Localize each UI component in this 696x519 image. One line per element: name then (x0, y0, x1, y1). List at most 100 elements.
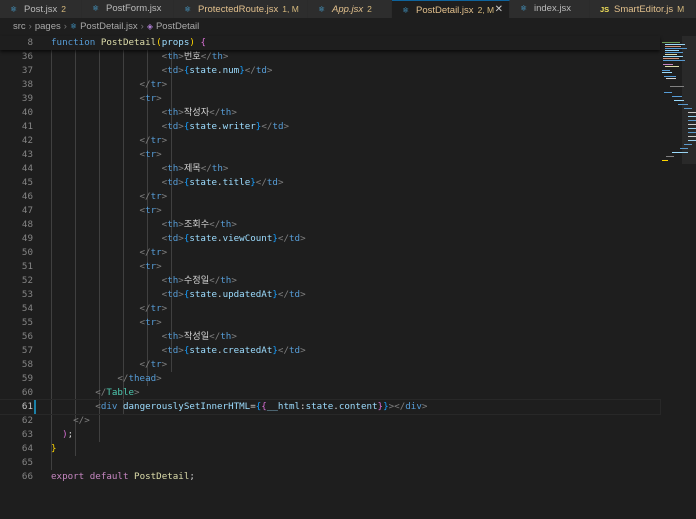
line-number: 55 (21, 317, 33, 328)
code-line[interactable]: 60 </Table> (0, 386, 660, 400)
code-text: </tr> (139, 303, 168, 314)
line-number: 56 (21, 331, 33, 342)
line-number: 37 (21, 65, 33, 76)
code-text: </tr> (139, 135, 168, 146)
code-line[interactable]: 44 <th>제목</th> (0, 162, 660, 176)
tab-protectedroute-jsx[interactable]: ⚛ ProtectedRoute.jsx 1, M (174, 0, 308, 18)
line-number: 62 (21, 415, 33, 426)
tab-badge: 2 (61, 4, 66, 14)
code-line[interactable]: 46 </tr> (0, 190, 660, 204)
code-line[interactable]: 36 <th>번호</th> (0, 50, 660, 64)
tab-label: PostDetail.jsx (416, 5, 474, 16)
code-line[interactable]: 61 <div dangerouslySetInnerHTML={{__html… (0, 399, 661, 415)
tab-post-jsx[interactable]: ⚛ Post.jsx 2 (0, 0, 82, 18)
code-line[interactable]: 42 </tr> (0, 134, 660, 148)
code-text: <th>조회수</th> (161, 219, 237, 230)
chevron-right-icon: › (140, 21, 144, 32)
code-line[interactable]: 65 (0, 456, 660, 470)
line-number: 40 (21, 107, 33, 118)
code-text: <th>수정일</th> (161, 275, 237, 286)
code-line[interactable]: 41 <td>{state.writer}</td> (0, 120, 660, 134)
line-number: 50 (21, 247, 33, 258)
code-line[interactable]: 43 <tr> (0, 148, 660, 162)
tab-postform-jsx[interactable]: ⚛ PostForm.jsx (82, 0, 174, 18)
code-editor[interactable]: 36 <th>번호</th> 37 <td>{state.num}</td> 38 … (0, 36, 696, 519)
breadcrumb-pages[interactable]: pages (35, 21, 61, 32)
react-icon: ⚛ (92, 4, 100, 13)
breadcrumb-file[interactable]: PostDetail.jsx (80, 21, 138, 32)
tab-label: Post.jsx (24, 4, 58, 15)
code-line[interactable]: 45 <td>{state.title}</td> (0, 176, 660, 190)
code-line[interactable]: 50 </tr> (0, 246, 660, 260)
code-text: <td>{state.viewCount}</td> (161, 233, 306, 244)
code-line[interactable]: 66 export default PostDetail; (0, 470, 660, 484)
line-number: 65 (21, 457, 33, 468)
code-line[interactable]: 63 ); (0, 428, 660, 442)
code-text: </tr> (139, 359, 168, 370)
minimap-line (665, 66, 679, 67)
line-number: 52 (21, 275, 33, 286)
line-number: 41 (21, 121, 33, 132)
minimap-line (662, 160, 668, 161)
line-number: 54 (21, 303, 33, 314)
code-line[interactable]: 47 <tr> (0, 204, 660, 218)
code-text: </Table> (95, 387, 140, 398)
tab-label: SmartEditor.js (614, 4, 674, 15)
code-text: <tr> (139, 317, 162, 328)
code-text: <tr> (139, 261, 162, 272)
line-number: 48 (21, 219, 33, 230)
tab-label: ProtectedRoute.jsx (198, 4, 279, 15)
code-text: <th>번호</th> (161, 51, 229, 62)
code-line[interactable]: 56 <th>작성일</th> (0, 330, 660, 344)
react-icon: ⚛ (10, 5, 18, 14)
code-text: <td>{state.num}</td> (161, 65, 273, 76)
code-line[interactable]: 53 <td>{state.updatedAt}</td> (0, 288, 660, 302)
minimap-line (665, 50, 679, 51)
tab-index-jsx[interactable]: ⚛ index.jsx (510, 0, 590, 18)
react-icon: ⚛ (520, 4, 528, 13)
minimap-line (663, 58, 679, 59)
line-number: 51 (21, 261, 33, 272)
code-line[interactable]: 49 <td>{state.viewCount}</td> (0, 232, 660, 246)
code-line[interactable]: 40 <th>작성자</th> (0, 106, 660, 120)
code-text: function PostDetail(props) { (51, 37, 206, 48)
line-number: 60 (21, 387, 33, 398)
code-line[interactable]: 59 </thead> (0, 372, 660, 386)
tab-smarteditor-js[interactable]: JS SmartEditor.js M (590, 0, 696, 18)
code-line[interactable]: 54 </tr> (0, 302, 660, 316)
close-icon[interactable]: ✕ (495, 1, 503, 18)
code-line[interactable]: 38 </tr> (0, 78, 660, 92)
tab-badge: M (677, 4, 685, 14)
code-text: } (51, 443, 57, 454)
code-text: <td>{state.title}</td> (161, 177, 284, 188)
code-line[interactable]: 51 <tr> (0, 260, 660, 274)
code-line[interactable]: 64} (0, 442, 660, 456)
code-text: <tr> (139, 93, 162, 104)
line-number: 44 (21, 163, 33, 174)
line-number: 53 (21, 289, 33, 300)
sticky-scroll-header[interactable]: 8 function PostDetail(props) { (0, 36, 660, 50)
code-text: export default PostDetail; (51, 471, 195, 482)
code-line[interactable]: 39 <tr> (0, 92, 660, 106)
code-line[interactable]: 55 <tr> (0, 316, 660, 330)
code-line[interactable]: 52 <th>수정일</th> (0, 274, 660, 288)
breadcrumb-symbol[interactable]: PostDetail (156, 21, 199, 32)
tab-postdetail-jsx[interactable]: ⚛ PostDetail.jsx 2, M ✕ (392, 0, 510, 18)
react-icon: ⚛ (184, 5, 192, 14)
js-icon: JS (600, 5, 610, 14)
line-number: 47 (21, 205, 33, 216)
line-number: 46 (21, 191, 33, 202)
tab-app-jsx[interactable]: ⚛ App.jsx 2 (308, 0, 392, 18)
code-line[interactable]: 62 </> (0, 414, 660, 428)
code-line[interactable]: 58 </tr> (0, 358, 660, 372)
line-number: 42 (21, 135, 33, 146)
code-text: <td>{state.writer}</td> (161, 121, 290, 132)
code-line[interactable]: 37 <td>{state.num}</td> (0, 64, 660, 78)
code-line[interactable]: 57 <td>{state.createdAt}</td> (0, 344, 660, 358)
code-line[interactable]: 48 <th>조회수</th> (0, 218, 660, 232)
minimap-slider[interactable] (682, 36, 696, 164)
line-number: 43 (21, 149, 33, 160)
line-number: 66 (21, 471, 33, 482)
minimap-line (666, 78, 676, 79)
breadcrumb-src[interactable]: src (13, 21, 26, 32)
